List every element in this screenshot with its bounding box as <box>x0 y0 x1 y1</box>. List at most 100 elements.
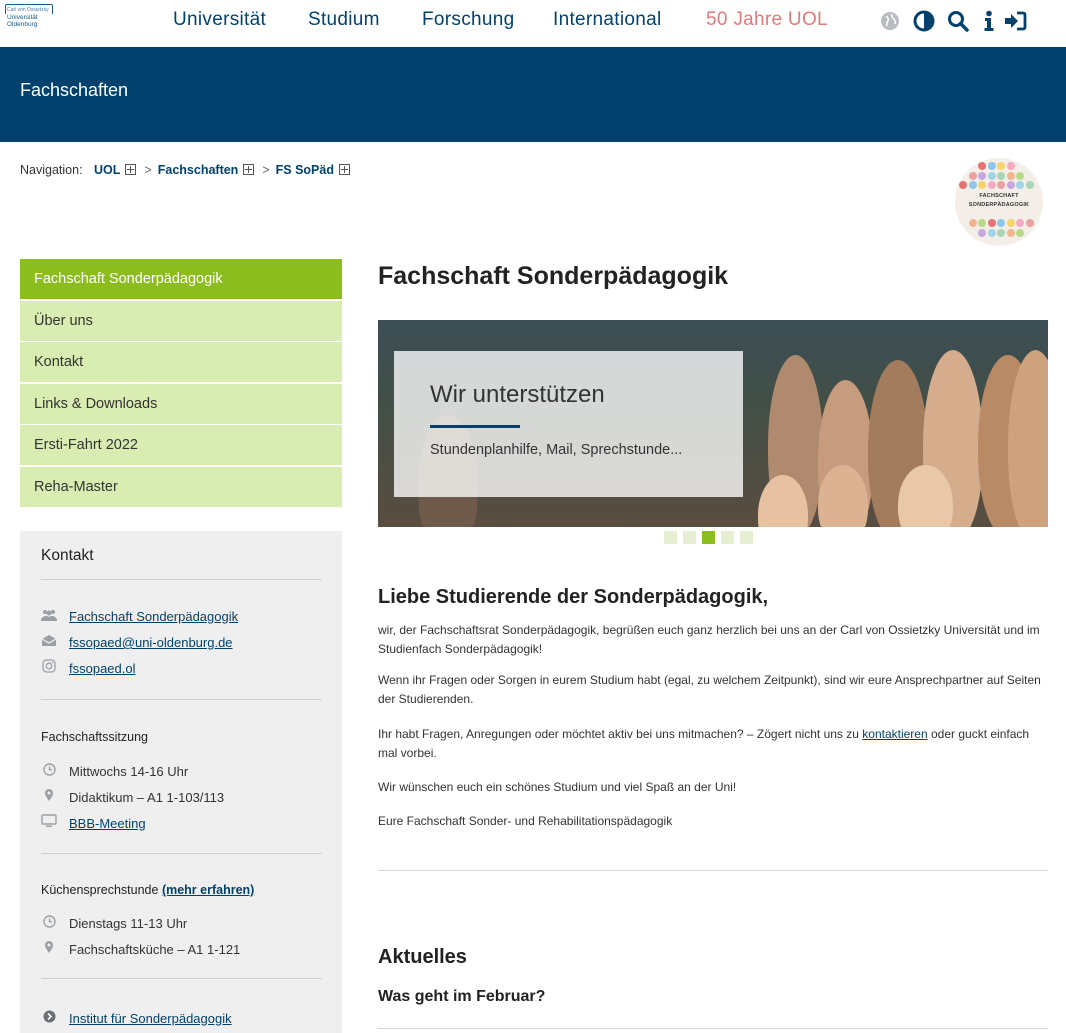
sitzung-place-row: Didaktikum – A1 1-103/113 <box>41 788 224 805</box>
chevron-right-icon: > <box>144 163 152 177</box>
logo-dot <box>1006 228 1015 237</box>
sidebar-item-reha-master[interactable]: Reha-Master <box>20 466 342 507</box>
fachschaft-logo-line-2: SONDERPÄDAGOGIK <box>968 202 1030 208</box>
map-marker-icon <box>41 788 57 805</box>
image-slider[interactable]: Wir unterstützen Stundenplanhilfe, Mail,… <box>378 320 1048 527</box>
logo-dot <box>987 171 996 180</box>
page-title: Fachschaft Sonderpädagogik <box>378 262 729 290</box>
globe-icon[interactable] <box>878 8 902 34</box>
intro-paragraph: wir, der Fachschaftsrat Sonderpädagogik,… <box>378 623 1040 656</box>
nav-item-forschung[interactable]: Forschung <box>422 9 514 31</box>
greeting-heading: Liebe Studierende der Sonderpädagogik, <box>378 586 769 608</box>
logo-dot <box>997 181 1005 189</box>
slide-caption-card: Wir unterstützen Stundenplanhilfe, Mail,… <box>394 351 743 497</box>
contact-link-instagram[interactable]: fssopaed.ol <box>69 661 136 676</box>
divider <box>41 978 322 979</box>
logo-dot <box>978 219 986 227</box>
logo-dot <box>1016 181 1024 189</box>
section-title[interactable]: Fachschaften <box>20 80 128 101</box>
divider <box>41 853 322 854</box>
logo-dot <box>1006 171 1015 180</box>
logo-dot <box>1006 181 1015 189</box>
logo-dot <box>987 162 996 170</box>
sidebar-item-ersti-fahrt[interactable]: Ersti-Fahrt 2022 <box>20 425 342 465</box>
kueche-heading-row: Küchensprechstunde (mehr erfahren) <box>41 883 254 897</box>
nav-item-international[interactable]: International <box>553 9 661 31</box>
logo-dot <box>1016 228 1024 237</box>
logo-dot <box>978 171 986 180</box>
contact-title: Kontakt <box>41 547 94 564</box>
info-icon[interactable] <box>977 8 1001 34</box>
university-logo[interactable]: Carl von Ossietzky Universität Oldenburg <box>5 4 53 38</box>
logo-dot <box>987 228 996 237</box>
expand-plus-icon[interactable] <box>125 164 137 175</box>
sitzung-place: Didaktikum – A1 1-103/113 <box>69 790 225 805</box>
divider <box>41 699 322 700</box>
logo-dot <box>959 181 967 189</box>
contact-box: Kontakt Fachschaft Sonderpädagogik fssop… <box>20 531 342 1033</box>
mehr-erfahren-link[interactable]: (mehr erfahren) <box>162 883 254 897</box>
breadcrumb-item-fs-sopaed[interactable]: FS SoPäd <box>276 163 334 177</box>
expand-plus-icon[interactable] <box>243 164 255 175</box>
sidebar-item-kontakt[interactable]: Kontakt <box>20 342 342 382</box>
logo-dot <box>987 219 996 227</box>
bbb-meeting-link[interactable]: BBB-Meeting <box>69 816 146 831</box>
slider-dot[interactable] <box>702 531 715 544</box>
sidebar-item-links-downloads[interactable]: Links & Downloads <box>20 383 342 424</box>
logo-dot <box>1006 219 1015 227</box>
contact-paragraph: Ihr habt Fragen, Anregungen oder möchtet… <box>378 725 1048 763</box>
logo-dot <box>1016 171 1024 180</box>
logo-dot <box>978 162 986 170</box>
mail-icon <box>41 634 57 650</box>
logo-dot <box>968 219 977 227</box>
logo-dot <box>997 171 1005 180</box>
divider <box>378 870 1048 871</box>
news-heading: Aktuelles <box>378 946 467 968</box>
login-icon[interactable] <box>1003 8 1027 34</box>
logo-line-3: Oldenburg <box>7 21 38 28</box>
map-marker-icon <box>41 940 57 957</box>
contact-link-email[interactable]: fssopaed@uni-oldenburg.de <box>69 635 233 650</box>
sitzung-time-row: Mittwochs 14-16 Uhr <box>41 763 188 779</box>
sidebar-item-fachschaft[interactable]: Fachschaft Sonderpädagogik <box>20 259 342 299</box>
logo-dot <box>997 162 1005 170</box>
contact-link-fachschaft[interactable]: Fachschaft Sonderpädagogik <box>69 609 238 624</box>
breadcrumb-item-uol[interactable]: UOL <box>94 163 120 177</box>
slider-dot[interactable] <box>683 531 696 544</box>
chevron-right-icon: > <box>262 163 270 177</box>
sitzung-meeting-row: BBB-Meeting <box>41 814 146 831</box>
logo-dot <box>978 228 986 237</box>
logo-line-1: Carl von Ossietzky <box>7 7 49 13</box>
group-icon <box>41 609 57 624</box>
search-icon[interactable] <box>946 8 970 34</box>
nav-item-50-jahre[interactable]: 50 Jahre UOL <box>706 9 828 31</box>
kueche-heading: Küchensprechstunde <box>41 883 159 897</box>
contact-paragraph-text: Ihr habt Fragen, Anregungen oder möchtet… <box>378 727 863 741</box>
clock-icon <box>41 915 57 931</box>
contrast-icon[interactable] <box>912 8 936 34</box>
kontaktieren-link[interactable]: kontaktieren <box>862 727 927 741</box>
section-banner: Fachschaften <box>0 47 1066 142</box>
institut-link[interactable]: Institut für Sonderpädagogik <box>69 1011 232 1026</box>
wishes-paragraph: Wir wünschen euch ein schönes Studium un… <box>378 780 737 794</box>
breadcrumb-item-fachschaften[interactable]: Fachschaften <box>158 163 239 177</box>
logo-dot <box>1016 219 1024 227</box>
slider-dot[interactable] <box>740 531 753 544</box>
clock-icon <box>41 763 57 779</box>
kueche-time-row: Dienstags 11-13 Uhr <box>41 915 187 931</box>
fachschaft-logo-line-1: FACHSCHAFT <box>979 193 1019 199</box>
arrow-circle-right-icon <box>41 1010 57 1026</box>
nav-item-universitaet[interactable]: Universität <box>173 9 266 31</box>
instagram-icon <box>41 659 57 676</box>
contact-row-instagram: fssopaed.ol <box>41 659 136 676</box>
sidebar-item-ueber-uns[interactable]: Über uns <box>20 300 342 341</box>
slide-subtitle: Stundenplanhilfe, Mail, Sprechstunde... <box>430 442 683 458</box>
news-box-edge <box>378 1028 1048 1033</box>
expand-plus-icon[interactable] <box>338 164 350 175</box>
logo-dot <box>968 171 977 180</box>
kueche-place: Fachschaftsküche – A1 1-121 <box>69 942 241 957</box>
nav-item-studium[interactable]: Studium <box>308 9 380 31</box>
slider-dot[interactable] <box>721 531 734 544</box>
sidebar-navigation: Fachschaft Sonderpädagogik Über uns Kont… <box>20 259 342 508</box>
slider-dot[interactable] <box>664 531 677 544</box>
